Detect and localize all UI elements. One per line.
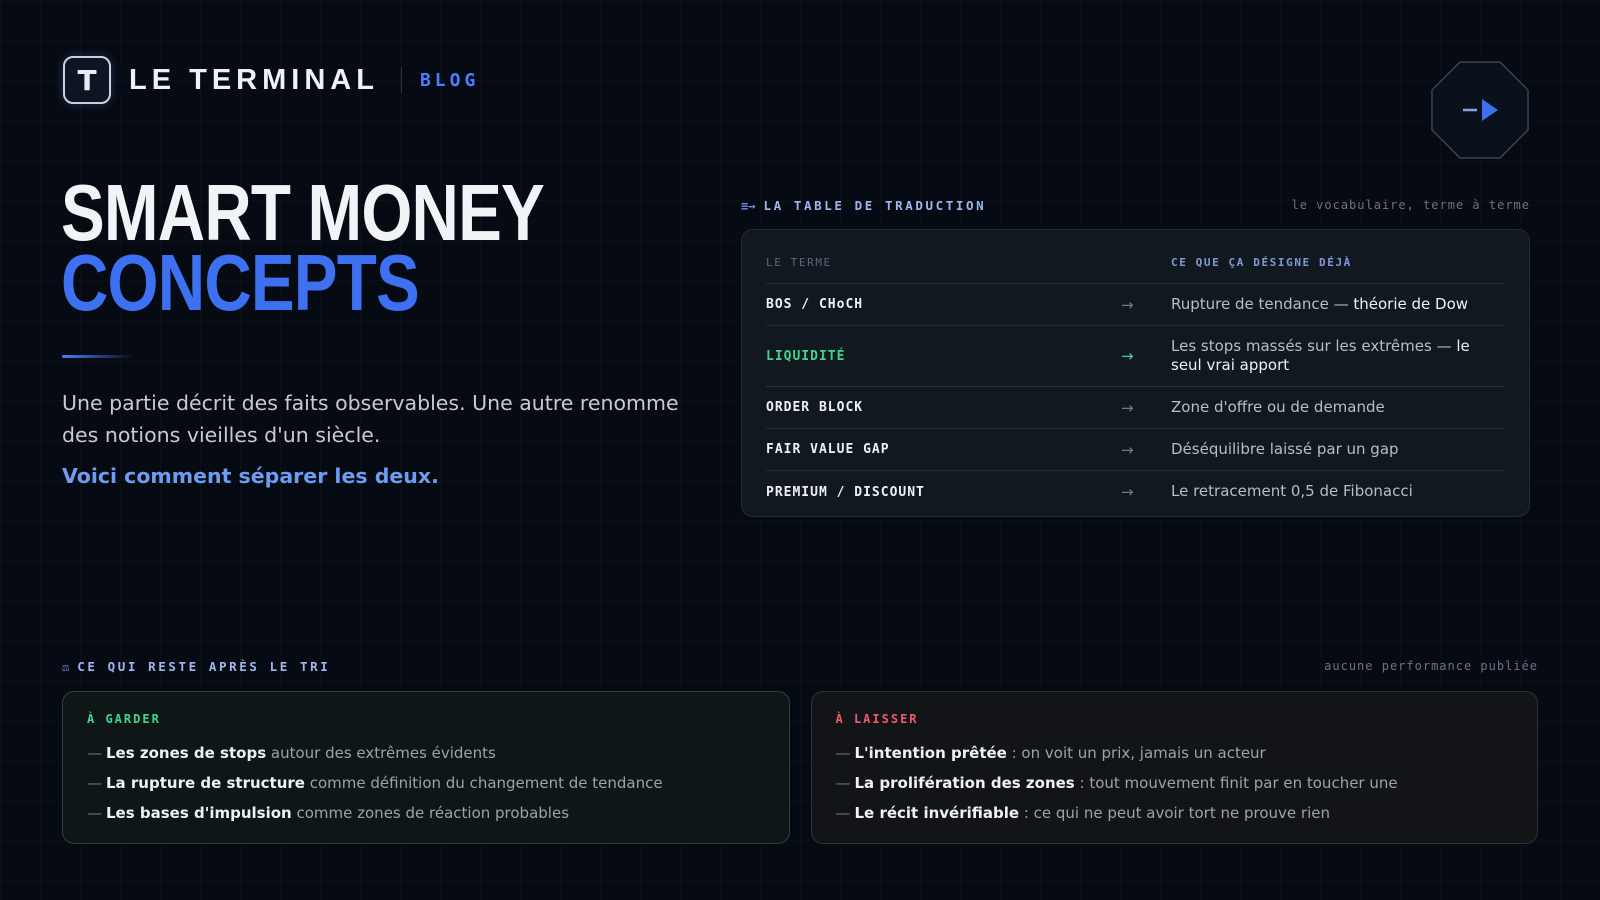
row-desc-text: Rupture de tendance — [1171,294,1354,313]
translation-table: LE TERME CE QUE ÇA DÉSIGNE DÉJÀ BOS / CH… [741,229,1530,517]
row-term: BOS / CHoCH [766,297,864,312]
table-heading-label: LA TABLE DE TRADUCTION [763,198,987,213]
sort-note: aucune performance publiée [1324,659,1538,673]
row-desc: Déséquilibre laissé par un gap [1171,440,1505,460]
item-rest: : on voit un prix, jamais un acteur [1006,744,1266,762]
item-strong: La rupture de structure [106,774,305,792]
item-strong: L'intention prêtée [854,744,1007,762]
brand[interactable]: T LE TERMINAL BLOG [63,56,479,104]
logo-letter: T [77,63,97,97]
item-rest: : ce qui ne peut avoir tort ne prouve ri… [1019,804,1330,822]
table-note: le vocabulaire, terme à terme [1291,198,1530,212]
cta-text: Voici comment séparer les deux. [62,464,439,488]
row-desc: Zone d'offre ou de demande [1171,398,1505,418]
arrow-right-icon: → [1121,295,1134,314]
row-desc-text: Zone d'offre ou de demande [1171,397,1385,416]
row-desc: Les stops massés sur les extrêmes — le s… [1171,337,1505,376]
list-arrow-icon: ≡→ [741,198,756,213]
brand-divider [400,67,402,93]
keep-title: À GARDER [87,712,161,726]
item-strong: Les bases d'impulsion [106,804,292,822]
table-row: PREMIUM / DISCOUNT → Le retracement 0,5 de… [766,471,1505,513]
list-item: — Les zones de stops autour des extrêmes … [87,738,765,768]
arrow-right-icon: → [1121,347,1134,365]
arrow-right-icon: → [1121,440,1134,459]
row-term: LIQUIDITÉ [766,348,846,364]
drop-card: À LAISSER — L'intention prêtée : on voit … [810,691,1538,844]
col-term-header: LE TERME [766,256,832,269]
row-desc-text: Les stops massés sur les extrêmes — [1171,336,1457,355]
dash-icon: — [835,774,851,792]
logo-icon: T [63,56,111,104]
keep-card: À GARDER — Les zones de stops autour des … [62,691,790,844]
row-desc-text: Déséquilibre laissé par un gap [1171,439,1399,458]
row-term: FAIR VALUE GAP [766,442,890,457]
item-strong: Le récit invérifiable [854,804,1020,822]
dash-icon: — [835,804,851,822]
dash-icon: — [835,744,851,762]
item-rest: : tout mouvement finit par en toucher un… [1074,774,1398,792]
item-rest: comme définition du changement de tendan… [304,774,663,792]
table-row: ORDER BLOCK → Zone d'offre ou de demande [766,387,1505,429]
item-rest: autour des extrêmes évidents [266,744,496,762]
table-row: LIQUIDITÉ → Les stops massés sur les extrê… [766,326,1505,387]
dash-icon: — [87,804,102,822]
next-slide-button[interactable] [1430,60,1530,160]
list-item: — La prolifération des zones : tout mouve… [836,768,1514,798]
scale-icon: ⚖ [62,659,70,674]
sort-cards: À GARDER — Les zones de stops autour des … [62,691,1538,844]
row-desc-text: Le retracement 0,5 de Fibonacci [1171,482,1413,501]
row-term: ORDER BLOCK [766,400,864,415]
item-rest: comme zones de réaction probables [291,804,570,822]
drop-title: À LAISSER [835,712,919,726]
dash-icon: — [87,774,102,792]
list-item: — Les bases d'impulsion comme zones de ré… [87,798,765,828]
arrow-right-icon: → [1121,398,1134,417]
page-title: SMART MONEY CONCEPTS [61,173,545,327]
table-row: BOS / CHoCH → Rupture de tendance — théori… [766,284,1505,326]
item-strong: Les zones de stops [106,744,267,762]
list-item: — L'intention prêtée : on voit un prix, j… [836,738,1514,768]
row-desc: Rupture de tendance — théorie de Dow [1171,295,1505,315]
title-line-2: CONCEPTS [61,238,420,327]
arrow-right-icon: → [1121,483,1134,501]
table-header: LE TERME CE QUE ÇA DÉSIGNE DÉJÀ [766,242,1505,284]
list-item: — La rupture de structure comme définitio… [87,768,765,798]
row-term: PREMIUM / DISCOUNT [766,484,925,500]
list-item: — Le récit invérifiable : ce qui ne peut … [836,798,1514,828]
site-title: LE TERMINAL [129,63,379,96]
table-heading: ≡→ LA TABLE DE TRADUCTION [741,198,986,213]
dash-icon: — [87,744,102,762]
section-label: BLOG [419,69,480,91]
accent-rule [62,355,134,358]
col-meaning-header: CE QUE ÇA DÉSIGNE DÉJÀ [1171,256,1352,269]
item-strong: La prolifération des zones [854,774,1075,792]
row-desc: Le retracement 0,5 de Fibonacci [1171,482,1505,502]
row-desc-strong: théorie de Dow [1353,294,1469,313]
sort-heading: ⚖ CE QUI RESTE APRÈS LE TRI [62,659,330,674]
sort-heading-label: CE QUI RESTE APRÈS LE TRI [77,659,331,674]
table-row: FAIR VALUE GAP → Déséquilibre laissé par u… [766,429,1505,471]
lead-paragraph: Une partie décrit des faits observables.… [62,391,679,447]
play-arrow-icon [1431,61,1529,159]
